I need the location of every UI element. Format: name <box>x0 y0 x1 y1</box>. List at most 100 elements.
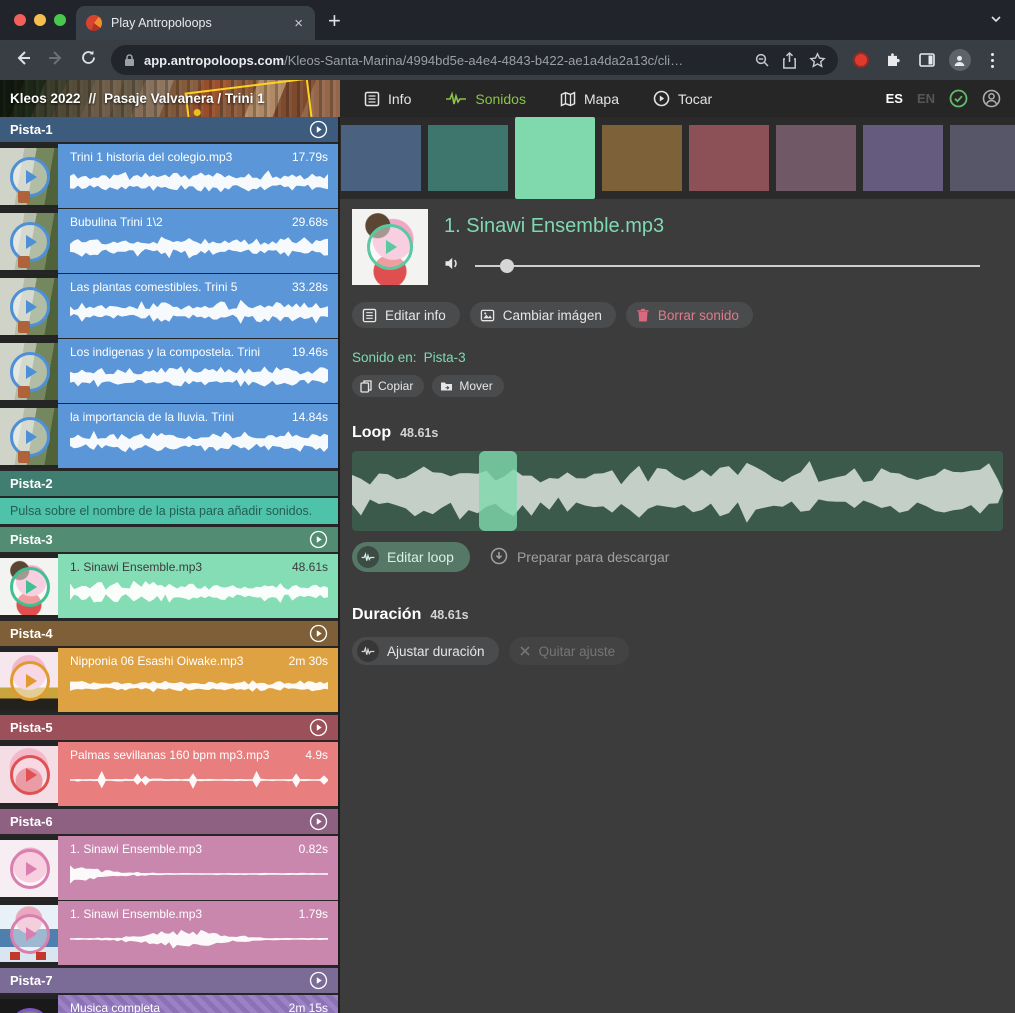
lang-es[interactable]: ES <box>886 91 903 106</box>
track-header-pista-2[interactable]: Pista-2 <box>0 471 338 496</box>
clip-row[interactable]: 1. Sinawi Ensemble.mp30.82s <box>0 836 338 900</box>
clip-thumbnail[interactable] <box>0 901 58 965</box>
clip-row[interactable]: 1. Sinawi Ensemble.mp3 48.61s <box>0 554 338 618</box>
reload-button[interactable] <box>72 49 105 71</box>
track-swatch-5[interactable] <box>689 125 769 191</box>
map-icon <box>560 91 576 107</box>
clip-row[interactable]: la importancia de la lluvia. Trini14.84s <box>0 404 338 468</box>
clip-thumbnail[interactable] <box>0 404 58 468</box>
tab-tocar[interactable]: Tocar <box>653 90 712 107</box>
minimize-window-button[interactable] <box>34 14 46 26</box>
clip-thumbnail[interactable] <box>0 144 58 208</box>
remove-adjust-button[interactable]: Quitar ajuste <box>509 637 630 665</box>
track-header-pista-4[interactable]: Pista-4 <box>0 621 338 646</box>
tab-close-icon[interactable]: × <box>292 15 305 32</box>
track-header-pista-5[interactable]: Pista-5 <box>0 715 338 740</box>
track-swatch-8[interactable] <box>950 125 1015 191</box>
tab-info[interactable]: Info <box>364 91 411 107</box>
clip-thumbnail[interactable] <box>0 742 58 806</box>
clip-row[interactable]: 1. Sinawi Ensemble.mp31.79s <box>0 901 338 965</box>
back-button[interactable] <box>6 49 39 72</box>
track-play-button[interactable] <box>309 120 328 139</box>
move-button[interactable]: Mover <box>432 375 503 397</box>
edit-info-button[interactable]: Editar info <box>352 302 460 328</box>
url-bar[interactable]: app.antropoloops.com/Kleos-Santa-Marina/… <box>111 45 838 75</box>
tab-sonidos[interactable]: Sonidos <box>445 91 526 107</box>
loop-waveform[interactable] <box>352 451 1003 531</box>
track-pista-2: Pista-2Pulsa sobre el nombre de la pista… <box>0 471 338 524</box>
track-header-pista-1[interactable]: Pista-1 <box>0 117 338 142</box>
delete-sound-button[interactable]: Borrar sonido <box>626 302 753 328</box>
clip-duration: 17.79s <box>292 150 328 164</box>
track-swatch-1[interactable] <box>341 125 421 191</box>
clip-row[interactable]: Musica completa2m 15s <box>0 995 338 1013</box>
clip-thumbnail[interactable] <box>0 209 58 273</box>
track-play-button[interactable] <box>309 530 328 549</box>
clip-play-overlay-icon <box>10 914 50 954</box>
clip-thumbnail[interactable] <box>0 995 58 1013</box>
clip-thumbnail[interactable] <box>0 836 58 900</box>
share-icon[interactable] <box>782 52 797 69</box>
lang-en[interactable]: EN <box>917 91 935 106</box>
track-swatch-4[interactable] <box>602 125 682 191</box>
account-icon[interactable] <box>982 89 1001 108</box>
track-header-pista-6[interactable]: Pista-6 <box>0 809 338 834</box>
track-swatch-3[interactable] <box>515 117 595 199</box>
browser-tab[interactable]: Play Antropoloops × <box>76 6 315 40</box>
session-map-banner[interactable]: Kleos 2022 // Pasaje Valvanera / Trini 1 <box>0 80 340 117</box>
forward-button[interactable] <box>39 49 72 72</box>
track-hint[interactable]: Pulsa sobre el nombre de la pista para a… <box>0 498 338 524</box>
track-play-button[interactable] <box>309 812 328 831</box>
loop-playhead[interactable] <box>479 451 517 531</box>
breadcrumb-project[interactable]: Kleos 2022 <box>10 91 81 106</box>
record-extension-icon[interactable] <box>844 52 877 68</box>
tab-search-chevron-icon[interactable] <box>989 12 1003 31</box>
clip-name: 1. Sinawi Ensemble.mp3 <box>70 560 202 574</box>
clip-row[interactable]: Bubulina Trini 1\229.68s <box>0 209 338 273</box>
clip-waveform <box>70 671 328 701</box>
zoom-page-icon[interactable] <box>754 52 770 68</box>
change-image-button[interactable]: Cambiar imágen <box>470 302 616 328</box>
clip-thumbnail[interactable] <box>0 339 58 403</box>
sound-thumbnail[interactable] <box>352 209 428 285</box>
track-header-pista-7[interactable]: Pista-7 <box>0 968 338 993</box>
clip-name: Musica completa <box>70 1001 160 1013</box>
clip-row[interactable]: Nipponia 06 Esashi Oiwake.mp32m 30s <box>0 648 338 712</box>
profile-avatar[interactable] <box>943 49 976 71</box>
track-play-button[interactable] <box>309 624 328 643</box>
track-header-pista-3[interactable]: Pista-3 <box>0 527 338 552</box>
close-window-button[interactable] <box>14 14 26 26</box>
new-tab-button[interactable]: + <box>328 10 341 32</box>
clip-row[interactable]: Las plantas comestibles. Trini 533.28s <box>0 274 338 338</box>
track-swatch-7[interactable] <box>863 125 943 191</box>
volume-slider[interactable] <box>475 259 980 273</box>
prepare-download-button[interactable]: Preparar para descargar <box>490 547 670 568</box>
track-name: Pista-5 <box>10 720 53 735</box>
breadcrumb[interactable]: Kleos 2022 // Pasaje Valvanera / Trini 1 <box>0 80 340 117</box>
volume-handle[interactable] <box>500 259 514 273</box>
clip-thumbnail[interactable] <box>0 648 58 712</box>
volume-icon[interactable] <box>444 256 461 276</box>
edit-loop-button[interactable]: Editar loop <box>352 542 470 572</box>
side-panel-icon[interactable] <box>910 51 943 69</box>
track-swatch-6[interactable] <box>776 125 856 191</box>
extensions-puzzle-icon[interactable] <box>877 51 910 69</box>
copy-button[interactable]: Copiar <box>352 375 424 397</box>
track-pista-6: Pista-61. Sinawi Ensemble.mp30.82s1. Sin… <box>0 809 338 965</box>
clip-row[interactable]: Los indigenas y la compostela. Trini19.4… <box>0 339 338 403</box>
track-play-button[interactable] <box>309 971 328 990</box>
tab-mapa[interactable]: Mapa <box>560 91 619 107</box>
browser-menu-icon[interactable] <box>976 53 1009 68</box>
track-pista-7: Pista-7 Musica completa2m 15s <box>0 968 338 1013</box>
adjust-duration-button[interactable]: Ajustar duración <box>352 637 499 665</box>
bookmark-star-icon[interactable] <box>809 52 826 69</box>
clip-duration: 48.61s <box>292 560 328 574</box>
clip-row[interactable]: Trini 1 historia del colegio.mp317.79s <box>0 144 338 208</box>
track-swatch-2[interactable] <box>428 125 508 191</box>
zoom-window-button[interactable] <box>54 14 66 26</box>
track-play-button[interactable] <box>309 718 328 737</box>
sound-location-link[interactable]: Pista-3 <box>424 350 466 365</box>
clip-thumbnail[interactable] <box>0 274 58 338</box>
clip-thumbnail[interactable] <box>0 554 58 618</box>
clip-row[interactable]: Palmas sevillanas 160 bpm mp3.mp34.9s <box>0 742 338 806</box>
